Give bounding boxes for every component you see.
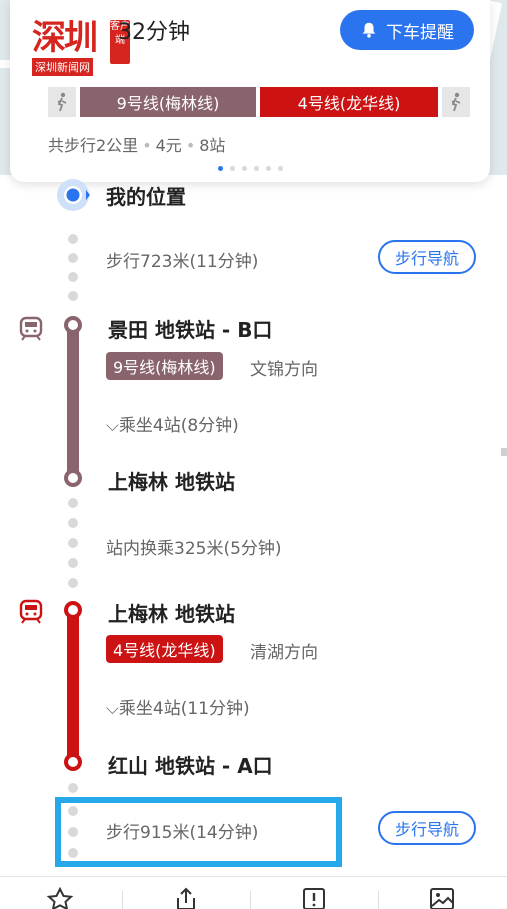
transfer-step: 站内换乘325米(5分钟)	[106, 539, 282, 559]
leg2-direction: 清湖方向	[250, 643, 318, 663]
leg1-alight-station: 上梅林 地铁站	[108, 470, 235, 494]
scrollbar-thumb[interactable]	[501, 448, 507, 456]
walk-dot	[68, 538, 78, 548]
page-dot	[217, 166, 223, 171]
alert-button-label: 下车提醒	[386, 22, 454, 43]
logo-main-text: 深圳	[32, 18, 98, 58]
line9-route-bar	[67, 325, 79, 477]
share-icon[interactable]	[172, 887, 200, 909]
leg2-ride-info: 乘坐4站(11分钟)	[118, 699, 250, 719]
trip-duration: 32分钟	[118, 20, 190, 45]
walk-dot	[68, 558, 78, 568]
leg2-ride-toggle[interactable]: ⌵乘坐4站(11分钟)	[106, 694, 250, 719]
walk-nav-button[interactable]: 步行导航	[378, 240, 476, 274]
walk-dot	[68, 783, 78, 793]
alight-alert-button[interactable]: 下车提醒	[340, 10, 474, 50]
highlight-box	[55, 797, 342, 867]
walk-dot	[68, 498, 78, 508]
stop-count: 8站	[199, 136, 226, 155]
leg2-line-tag: 4号线(龙华线)	[106, 635, 223, 663]
walk-dot	[68, 578, 78, 588]
metro-icon	[19, 599, 43, 624]
image-icon[interactable]	[428, 887, 456, 909]
page-dot	[253, 166, 259, 171]
metro-icon	[19, 316, 43, 341]
station-marker	[64, 469, 82, 487]
leg2-alight-station: 红山 地铁站 - A口	[108, 754, 273, 778]
walk-icon	[451, 92, 461, 112]
page-dot	[229, 166, 235, 171]
walk-dot	[68, 234, 78, 244]
walk-dot	[68, 253, 78, 263]
line4-route-bar	[67, 610, 79, 762]
line9-chip: 9号线(梅林线)	[80, 87, 256, 117]
chevron-down-icon: ⌵	[106, 416, 119, 436]
toolbar-divider	[122, 891, 123, 909]
leg1-ride-toggle[interactable]: ⌵乘坐4站(8分钟)	[106, 411, 239, 436]
station-marker	[64, 753, 82, 771]
line4-chip: 4号线(龙华线)	[260, 87, 438, 117]
star-icon[interactable]	[46, 887, 74, 909]
walk-dot	[68, 518, 78, 528]
logo-sub-text: 深圳新闻网	[32, 58, 93, 76]
page-dot	[241, 166, 247, 171]
fare: 4元	[155, 136, 182, 155]
route-summary-card[interactable]: 深圳 客户端 深圳新闻网 32分钟 下车提醒 9号线(梅林线) 4号线(龙华线)…	[10, 0, 490, 182]
walk-dot	[68, 291, 78, 301]
route-summary-text: 共步行2公里 • 4元 • 8站	[48, 136, 226, 155]
toolbar-divider	[378, 891, 379, 909]
walk-step-1: 步行723米(11分钟)	[106, 252, 259, 272]
total-walk: 共步行2公里	[48, 136, 139, 155]
toolbar-divider	[250, 891, 251, 909]
station-marker	[64, 316, 82, 334]
leg2-board-station: 上梅林 地铁站	[108, 602, 235, 626]
page-dot	[265, 166, 271, 171]
station-marker	[64, 601, 82, 619]
page-dot	[277, 166, 283, 171]
leg1-direction: 文锦方向	[250, 360, 318, 380]
page-indicator	[10, 166, 490, 171]
walk-segment	[442, 87, 470, 117]
walk-segment	[48, 87, 76, 117]
walk-icon	[57, 92, 67, 112]
my-location-icon	[57, 179, 90, 211]
walk-nav-button-2[interactable]: 步行导航	[378, 811, 476, 845]
chevron-down-icon: ⌵	[106, 699, 119, 719]
bottom-toolbar	[0, 876, 507, 909]
start-location: 我的位置	[106, 185, 186, 209]
leg1-ride-info: 乘坐4站(8分钟)	[118, 416, 239, 436]
walk-dot	[68, 272, 78, 282]
leg1-board-station: 景田 地铁站 - B口	[108, 318, 273, 342]
report-icon[interactable]	[300, 887, 328, 909]
news-logo: 深圳 客户端 深圳新闻网	[32, 18, 132, 76]
bell-icon	[362, 22, 376, 38]
leg1-line-tag: 9号线(梅林线)	[106, 352, 223, 380]
